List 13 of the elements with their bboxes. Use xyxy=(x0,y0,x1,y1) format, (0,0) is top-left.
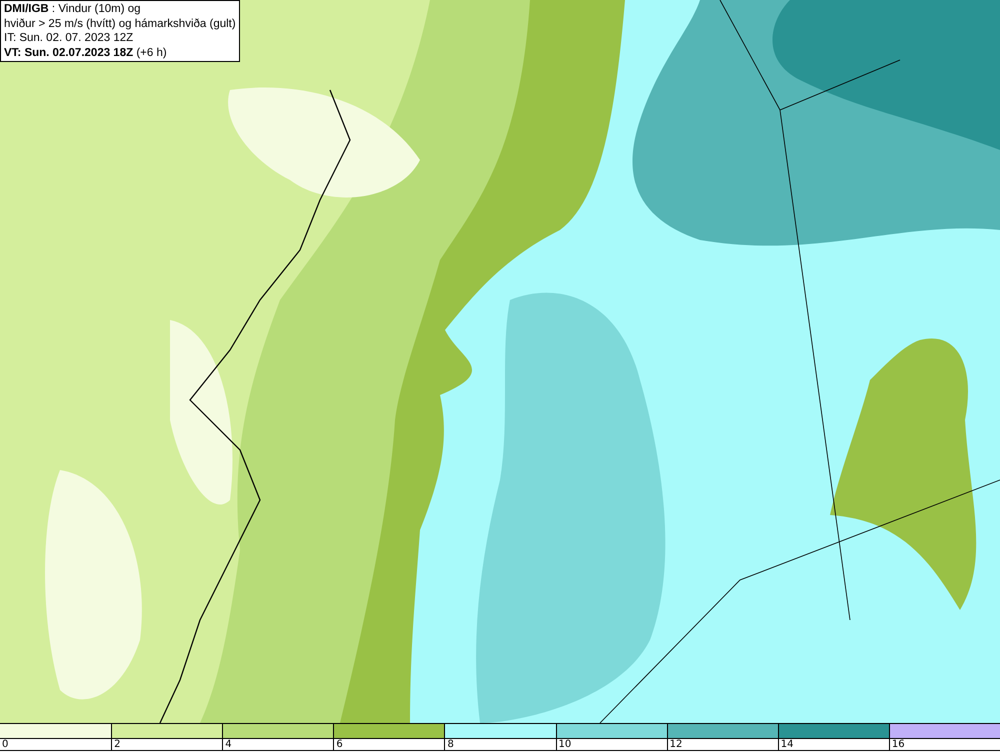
legend-label: 10 xyxy=(558,739,572,751)
legend-label: 2 xyxy=(114,739,120,751)
legend-label: 8 xyxy=(447,739,454,751)
caption-line: DMI/IGB : Vindur (10m) og xyxy=(4,2,142,16)
legend-label: 16 xyxy=(892,739,905,751)
caption-line: VT: Sun. 02.07.2023 18Z (+6 h) xyxy=(4,46,168,60)
legend-label: 14 xyxy=(780,739,794,751)
legend-label: 0 xyxy=(2,739,8,751)
caption-line: IT: Sun. 02. 07. 2023 12Z xyxy=(4,31,134,46)
legend-label: 12 xyxy=(670,739,682,751)
caption-line: hviður > 25 m/s (hvítt) og hámarkshviða (gult) xyxy=(4,16,236,31)
legend-label: 6 xyxy=(336,739,343,751)
legend-label: 4 xyxy=(225,739,232,751)
